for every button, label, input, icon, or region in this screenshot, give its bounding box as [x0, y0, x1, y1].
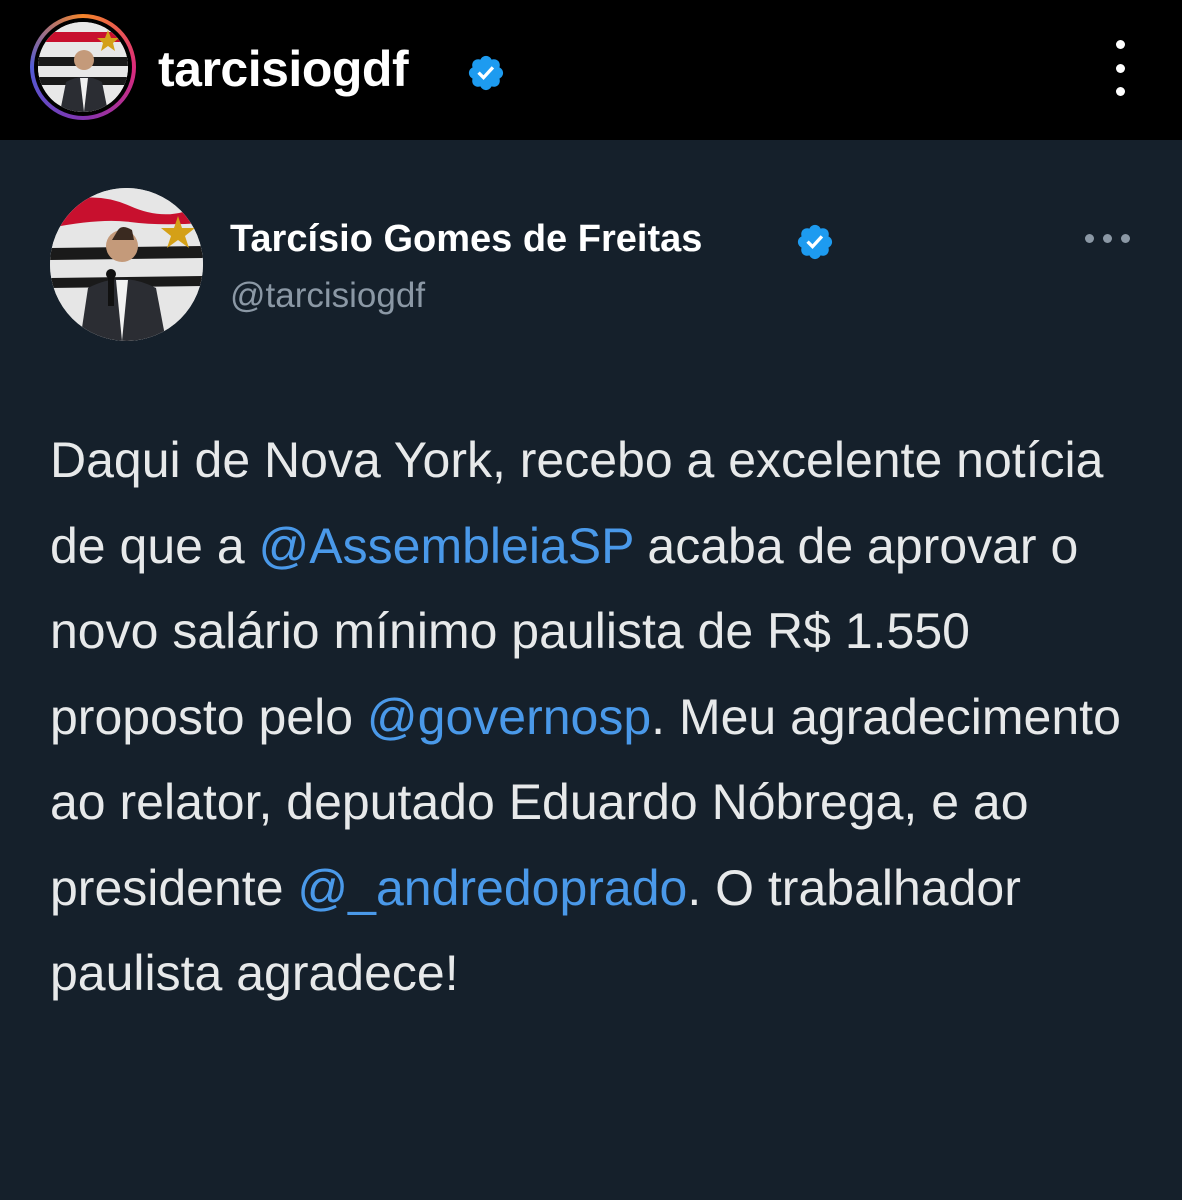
story-avatar-ring[interactable]: [30, 14, 136, 120]
tweet-avatar[interactable]: [50, 188, 203, 341]
more-horizontal-icon[interactable]: [1085, 232, 1130, 244]
header-username[interactable]: tarcisiogdf: [158, 40, 409, 98]
verified-badge-icon: [466, 53, 506, 93]
profile-avatar: [38, 22, 128, 112]
tweet-display-name[interactable]: Tarcísio Gomes de Freitas: [230, 218, 702, 261]
instagram-header: tarcisiogdf: [0, 0, 1182, 140]
tweet-text: Daqui de Nova York, recebo a excelente n…: [50, 418, 1140, 1017]
verified-badge-icon: [795, 222, 835, 262]
mention-link[interactable]: @AssembleiaSP: [259, 518, 634, 574]
mention-link[interactable]: @_andredoprado: [297, 860, 687, 916]
more-vertical-icon[interactable]: [1100, 40, 1140, 96]
tweet-card: Tarcísio Gomes de Freitas @tarcisiogdf D…: [0, 140, 1182, 1200]
tweet-handle[interactable]: @tarcisiogdf: [230, 276, 425, 316]
mention-link[interactable]: @governosp: [367, 689, 651, 745]
